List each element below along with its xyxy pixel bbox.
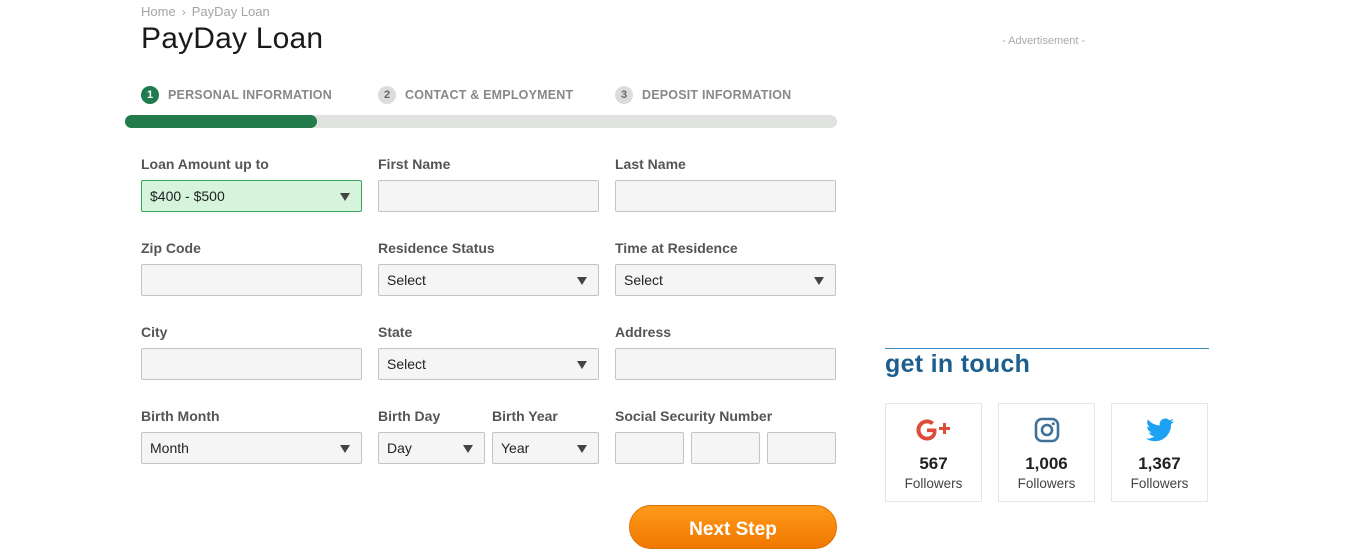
birth-day-label: Birth Day [378,408,441,424]
follower-count: 1,006 [1025,454,1068,473]
birth-day-value: Day [387,440,412,456]
step-contact-employment: 2 CONTACT & EMPLOYMENT [378,86,573,104]
ssn-part-3-input[interactable] [767,432,836,464]
birth-month-value: Month [150,440,189,456]
loan-amount-field: Loan Amount up to $400 - $500 [141,156,362,212]
birth-year-select[interactable]: Year [492,432,599,464]
birth-year-label: Birth Year [492,408,558,424]
step-label: PERSONAL INFORMATION [168,88,332,102]
birth-year-value: Year [501,440,530,456]
step-label: CONTACT & EMPLOYMENT [405,88,574,102]
zip-code-field: Zip Code [141,240,362,296]
ssn-label: Social Security Number [615,408,773,424]
residence-status-field: Residence Status Select [378,240,599,296]
ssn-part-2-input[interactable] [691,432,760,464]
step-deposit-information: 3 DEPOSIT INFORMATION [615,86,791,104]
chevron-down-icon [814,277,824,285]
follower-count: 1,367 [1138,454,1181,473]
next-step-button[interactable]: Next Step [629,505,837,549]
city-field: City [141,324,362,380]
state-label: State [378,324,413,340]
zip-code-label: Zip Code [141,240,201,256]
step-number: 3 [615,86,633,104]
twitter-card[interactable]: 1,367 Followers [1111,403,1208,502]
loan-amount-value: $400 - $500 [150,188,225,204]
birth-day-select[interactable]: Day [378,432,485,464]
step-number: 1 [141,86,159,104]
state-value: Select [387,356,426,372]
state-field: State Select [378,324,599,380]
instagram-card[interactable]: 1,006 Followers [998,403,1095,502]
residence-status-label: Residence Status [378,240,495,256]
google-plus-icon [886,416,981,444]
section-divider [885,348,1209,349]
time-at-residence-select[interactable]: Select [615,264,836,296]
breadcrumb-home-link[interactable]: Home [141,4,176,19]
step-label: DEPOSIT INFORMATION [642,88,792,102]
ssn-part-1-input[interactable] [615,432,684,464]
instagram-icon [999,416,1094,444]
chevron-down-icon [340,445,350,453]
follower-label: Followers [1017,476,1076,491]
time-at-residence-field: Time at Residence Select [615,240,836,296]
residence-status-select[interactable]: Select [378,264,599,296]
loan-amount-select[interactable]: $400 - $500 [141,180,362,212]
page-title: PayDay Loan [141,22,324,55]
city-label: City [141,324,168,340]
progress-bar-fill [125,115,317,128]
follower-label: Followers [1130,476,1189,491]
get-in-touch-heading: get in touch [885,350,1031,378]
follower-count: 567 [919,454,948,473]
advertisement-label: - Advertisement - [1002,35,1086,47]
ssn-inputs [615,432,836,464]
google-plus-card[interactable]: 567 Followers [885,403,982,502]
step-number: 2 [378,86,396,104]
birth-month-label: Birth Month [141,408,220,424]
loan-amount-label: Loan Amount up to [141,156,269,172]
breadcrumb-current: PayDay Loan [191,4,270,19]
chevron-down-icon [463,445,473,453]
address-label: Address [615,324,672,340]
state-select[interactable]: Select [378,348,599,380]
first-name-label: First Name [378,156,451,172]
birth-month-field: Birth Month Month [141,408,362,464]
chevron-down-icon [577,277,587,285]
birth-day-field: Birth Day Day [378,408,485,464]
address-field: Address [615,324,836,380]
ssn-field: Social Security Number [615,408,836,464]
twitter-icon [1112,416,1207,444]
time-at-residence-label: Time at Residence [615,240,738,256]
birth-month-select[interactable]: Month [141,432,362,464]
follower-label: Followers [904,476,963,491]
first-name-input[interactable] [378,180,599,212]
breadcrumb-separator: › [181,5,186,19]
progress-bar [125,115,837,128]
residence-status-value: Select [387,272,426,288]
last-name-input[interactable] [615,180,836,212]
last-name-label: Last Name [615,156,686,172]
first-name-field: First Name [378,156,599,212]
chevron-down-icon [340,193,350,201]
city-input[interactable] [141,348,362,380]
breadcrumb: Home › PayDay Loan [141,4,270,19]
zip-code-input[interactable] [141,264,362,296]
chevron-down-icon [577,361,587,369]
time-at-residence-value: Select [624,272,663,288]
chevron-down-icon [577,445,587,453]
last-name-field: Last Name [615,156,836,212]
birth-year-field: Birth Year Year [492,408,599,464]
address-input[interactable] [615,348,836,380]
step-personal-information: 1 PERSONAL INFORMATION [141,86,332,104]
